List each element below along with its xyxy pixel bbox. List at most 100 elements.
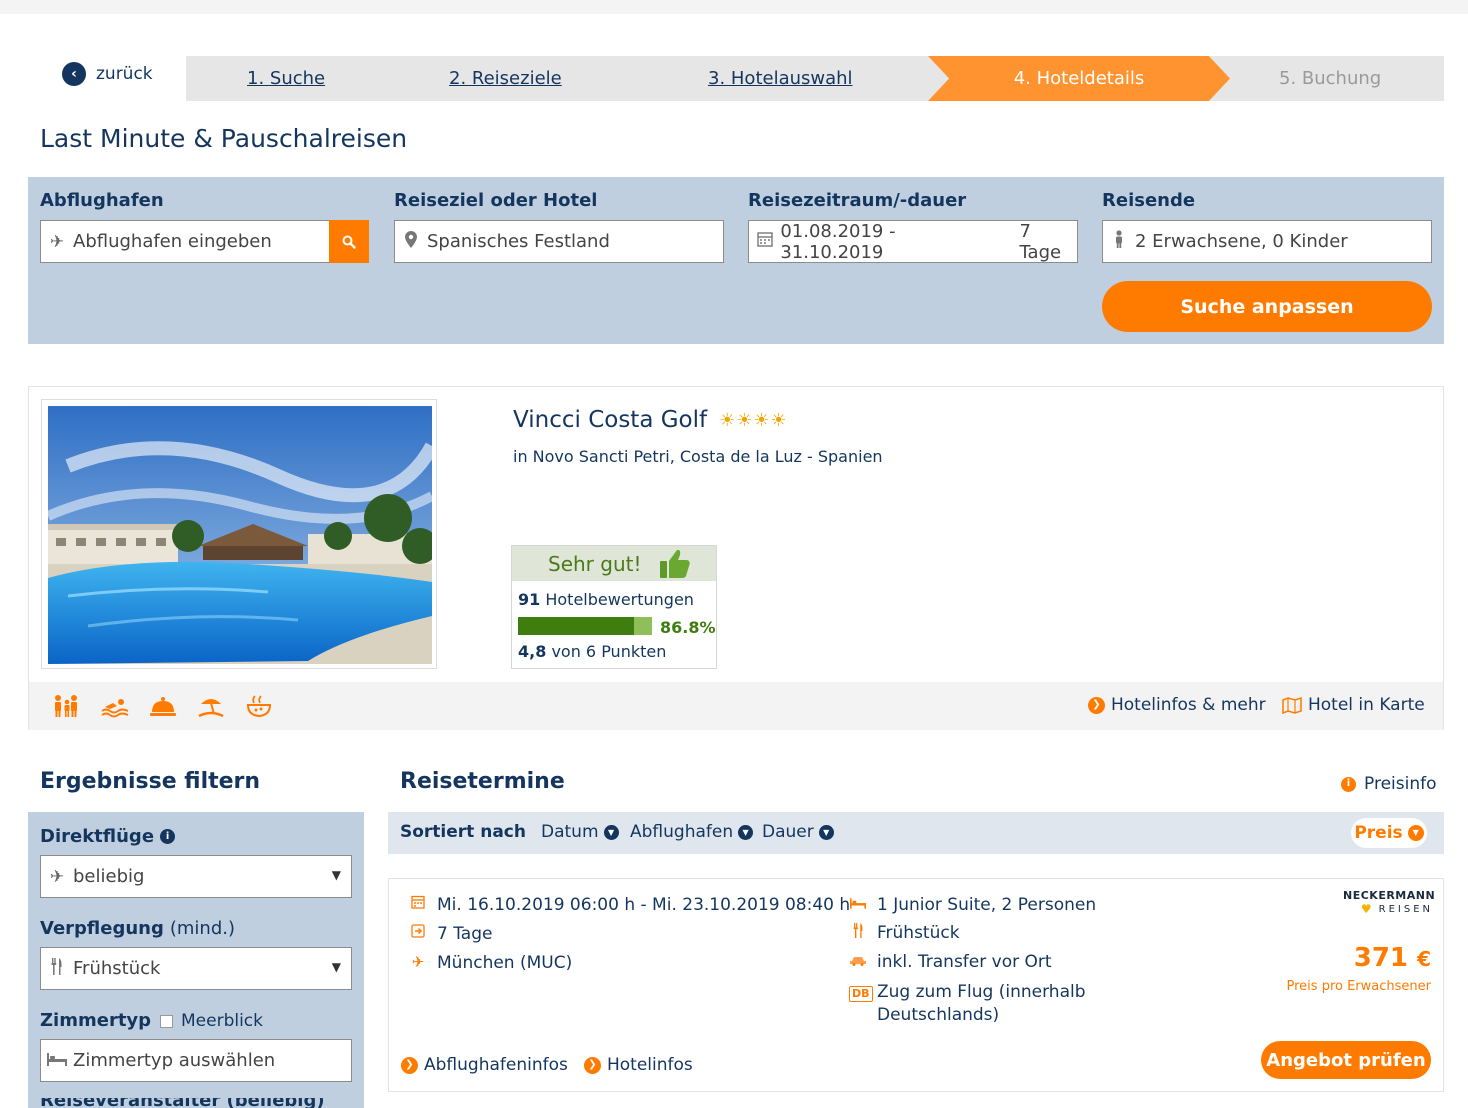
info-icon[interactable]: i [160, 829, 176, 844]
hotel-map-link[interactable]: Hotel in Karte [1282, 695, 1425, 715]
travelers-label: Reisende [1102, 190, 1196, 211]
hotel-pool-image [48, 406, 432, 664]
hotel-photo[interactable] [41, 399, 437, 669]
period-input[interactable]: 01.08.2019 - 31.10.2019 7 Tage [748, 220, 1078, 263]
duration-value: 7 Tage [1019, 220, 1062, 263]
db-train-icon: DB [849, 981, 873, 1004]
cutlery-icon [849, 923, 867, 942]
offer-hotel-info-link[interactable]: ❯ Hotelinfos [584, 1055, 693, 1075]
caret-down-icon: ▼ [331, 960, 341, 974]
airport-search-button[interactable] [329, 220, 369, 263]
sort-airport-label: Abflughafen [630, 822, 734, 842]
airport-label: Abflughafen [40, 190, 164, 211]
sort-price[interactable]: Preis ▼ [1351, 818, 1427, 848]
review-count-number: 91 [518, 590, 541, 609]
offer-price-note: Preis pro Erwachsener [1286, 979, 1431, 994]
board-select[interactable]: Frühstück ▼ [40, 947, 352, 990]
chevron-left-icon: ‹ [62, 62, 86, 86]
review-count-label: Hotelbewertungen [545, 590, 694, 609]
heart-icon: ♥ [1360, 902, 1375, 916]
price-info-label: Preisinfo [1364, 774, 1437, 794]
recommendation-bar [518, 617, 652, 635]
swimming-icon[interactable] [101, 694, 129, 718]
period-label: Reisezeitraum/-dauer [748, 190, 967, 211]
airport-info-label: Abflughafeninfos [424, 1055, 568, 1075]
direct-flights-label-text: Direktflüge [40, 826, 155, 847]
food-service-icon[interactable] [149, 694, 177, 718]
chevron-down-icon: ▼ [738, 824, 754, 840]
step-booking: 5. Buchung [1279, 68, 1382, 89]
bed-icon [41, 1051, 73, 1071]
rating-text: Sehr gut! [548, 551, 642, 576]
offer-board: Frühstück [849, 923, 960, 943]
brand-line2-row: ♥ REISEN [1343, 902, 1433, 916]
sort-label: Sortiert nach [400, 822, 526, 842]
room-type-placeholder: Zimmertyp auswählen [73, 1050, 276, 1071]
room-type-input[interactable]: Zimmertyp auswählen [40, 1039, 352, 1082]
search-icon [342, 235, 356, 249]
step-destinations[interactable]: 2. Reiseziele [449, 56, 562, 101]
review-count: 91 Hotelbewertungen [518, 590, 694, 609]
direct-flights-select[interactable]: ✈ beliebig ▼ [40, 855, 352, 898]
room-type-label: Zimmertyp [40, 1010, 152, 1031]
sun-icon: ☀ [753, 409, 771, 431]
chevron-down-icon: ▼ [818, 824, 834, 840]
offer-train-text: Zug zum Flug (innerhalb Deutschlands) [877, 981, 1086, 1027]
family-icon[interactable] [51, 694, 79, 718]
calendar-icon [749, 231, 780, 252]
sort-duration[interactable]: Dauer ▼ [762, 822, 834, 842]
caret-down-icon: ▼ [331, 868, 341, 882]
destination-input[interactable]: Spanisches Festland [394, 220, 724, 263]
direct-flights-value: beliebig [73, 866, 145, 887]
sun-icon: ☀ [770, 409, 788, 431]
amenity-bar: ❯ Hotelinfos & mehr Hotel in Karte [29, 682, 1443, 730]
period-value: 01.08.2019 - 31.10.2019 [780, 220, 896, 263]
offer-dates-text: Mi. 16.10.2019 06:00 h - Mi. 23.10.2019 … [437, 895, 851, 915]
step-hotel-selection[interactable]: 3. Hotelauswahl [708, 56, 853, 101]
sort-date-label: Datum [541, 822, 599, 842]
back-link[interactable]: ‹ zurück [62, 62, 153, 86]
offer-board-text: Frühstück [877, 923, 960, 943]
checkbox-box[interactable] [160, 1014, 173, 1028]
duration-arrow-icon [409, 924, 427, 942]
board-value: Frühstück [73, 958, 161, 979]
price-info-link[interactable]: i Preisinfo [1341, 774, 1437, 794]
check-offer-button[interactable]: Angebot prüfen [1261, 1041, 1431, 1079]
sort-airport[interactable]: Abflughafen ▼ [630, 822, 754, 842]
seaview-checkbox[interactable]: Meerblick [160, 1011, 263, 1031]
results-title: Reisetermine [400, 769, 565, 794]
board-label-suffix: (mind.) [169, 918, 236, 939]
chevron-right-icon: ❯ [401, 1056, 418, 1074]
airport-placeholder: Abflughafen eingeben [73, 231, 272, 252]
offer-duration: 7 Tage [409, 924, 492, 944]
recommendation-percent: 86.8% [660, 618, 716, 637]
board-label-text: Verpflegung [40, 918, 164, 939]
airport-input[interactable]: ✈ Abflughafen eingeben [40, 220, 369, 263]
info-icon: i [1341, 776, 1356, 792]
thumbs-up-icon [659, 549, 690, 578]
offer-price: 371 € [1289, 943, 1431, 973]
search-panel: Abflughafen ✈ Abflughafen eingeben Reise… [28, 177, 1444, 344]
seaview-label: Meerblick [181, 1011, 264, 1031]
airport-info-link[interactable]: ❯ Abflughafeninfos [401, 1055, 568, 1075]
offer-airport: ✈ München (MUC) [409, 953, 573, 973]
beach-icon[interactable] [197, 694, 225, 718]
travelers-input[interactable]: 2 Erwachsene, 0 Kinder [1102, 220, 1432, 263]
wellness-icon[interactable] [245, 694, 273, 718]
hotel-name: Vincci Costa Golf ☀☀☀☀ [513, 407, 788, 433]
step-search[interactable]: 1. Suche [247, 56, 325, 101]
offer-dates: Mi. 16.10.2019 06:00 h - Mi. 23.10.2019 … [409, 895, 850, 915]
sun-icon: ☀ [736, 409, 754, 431]
offer-train-line1: Zug zum Flug (innerhalb [877, 982, 1086, 1002]
plane-icon: ✈ [49, 231, 65, 252]
offer-transfer: inkl. Transfer vor Ort [849, 952, 1052, 972]
sort-date[interactable]: Datum ▼ [541, 822, 619, 842]
offer-currency: € [1417, 947, 1431, 971]
offer-room: 1 Junior Suite, 2 Personen [849, 895, 1096, 915]
hotel-stars: ☀☀☀☀ [719, 410, 788, 431]
hotel-info-link[interactable]: ❯ Hotelinfos & mehr [1088, 695, 1266, 715]
offer-price-value: 371 [1353, 943, 1409, 973]
adjust-search-button[interactable]: Suche anpassen [1102, 281, 1432, 332]
rating-box[interactable]: Sehr gut! 91 Hotelbewertungen 86.8% 4,8 … [511, 545, 717, 669]
hotel-card: Vincci Costa Golf ☀☀☀☀ in Novo Sancti Pe… [28, 386, 1444, 730]
